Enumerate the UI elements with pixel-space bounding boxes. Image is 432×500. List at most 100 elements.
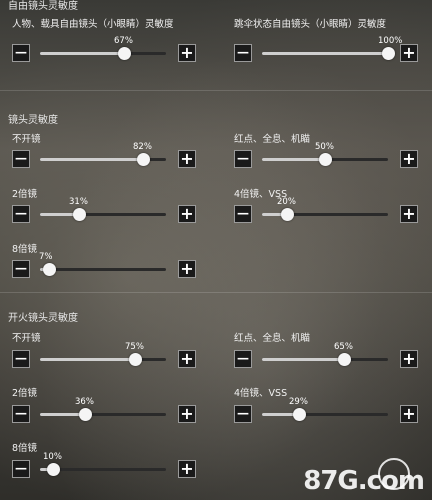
slider-track-free-para[interactable]: [262, 52, 388, 55]
minus-icon: —: [237, 351, 249, 365]
label-scope-2x: 2倍镜: [12, 189, 38, 200]
section-title-free-look: 自由镜头灵敏度: [8, 1, 78, 12]
label-scope-none: 不开镜: [12, 134, 41, 145]
decrease-button-free-char[interactable]: —: [12, 44, 30, 62]
slider-value-scope-4x: 20%: [277, 197, 296, 207]
label-scope-red: 红点、全息、机瞄: [234, 134, 311, 145]
section-title-fire: 开火镜头灵敏度: [8, 313, 78, 324]
slider-value-scope-2x: 31%: [69, 197, 88, 207]
slider-handle-scope-4x[interactable]: [281, 208, 294, 221]
slider-value-fire-red: 65%: [334, 342, 353, 352]
plus-icon: +: [180, 204, 194, 223]
increase-button-fire-4x[interactable]: +: [400, 405, 418, 423]
slider-value-scope-none: 82%: [133, 142, 152, 152]
minus-icon: —: [15, 206, 27, 220]
minus-icon: —: [237, 206, 249, 220]
slider-value-fire-4x: 29%: [289, 397, 308, 407]
label-fire-2x: 2倍镜: [12, 388, 38, 399]
decrease-button-scope-4x[interactable]: —: [234, 205, 252, 223]
label-fire-red: 红点、全息、机瞄: [234, 333, 311, 344]
section-title-scope: 镜头灵敏度: [8, 115, 58, 126]
slider-handle-fire-red[interactable]: [338, 353, 351, 366]
increase-button-fire-red[interactable]: +: [400, 350, 418, 368]
decrease-button-fire-8x[interactable]: —: [12, 460, 30, 478]
decrease-button-fire-2x[interactable]: —: [12, 405, 30, 423]
minus-icon: —: [237, 45, 249, 59]
slider-track-free-char[interactable]: [40, 52, 166, 55]
slider-fill: [262, 52, 388, 55]
increase-button-fire-2x[interactable]: +: [178, 405, 196, 423]
slider-value-free-char: 67%: [114, 36, 133, 46]
section-divider: [0, 292, 432, 293]
increase-button-scope-8x[interactable]: +: [178, 260, 196, 278]
slider-fill: [40, 52, 124, 55]
slider-value-scope-red: 50%: [315, 142, 334, 152]
slider-value-fire-2x: 36%: [75, 397, 94, 407]
plus-icon: +: [180, 349, 194, 368]
plus-icon: +: [402, 404, 416, 423]
label-free-char: 人物、载具自由镜头（小眼睛）灵敏度: [12, 19, 174, 30]
slider-fill: [262, 358, 344, 361]
minus-icon: —: [15, 351, 27, 365]
slider-track-fire-4x[interactable]: [262, 413, 388, 416]
label-fire-4x: 4倍镜、VSS: [234, 388, 288, 399]
slider-track-scope-8x[interactable]: [40, 268, 166, 271]
increase-button-scope-none[interactable]: +: [178, 150, 196, 168]
plus-icon: +: [180, 459, 194, 478]
slider-track-scope-2x[interactable]: [40, 213, 166, 216]
plus-icon: +: [402, 204, 416, 223]
slider-fill: [262, 158, 325, 161]
increase-button-fire-8x[interactable]: +: [178, 460, 196, 478]
slider-fill: [40, 158, 143, 161]
slider-handle-scope-2x[interactable]: [73, 208, 86, 221]
slider-handle-fire-2x[interactable]: [79, 408, 92, 421]
slider-handle-scope-8x[interactable]: [43, 263, 56, 276]
slider-handle-fire-none[interactable]: [129, 353, 142, 366]
plus-icon: +: [402, 43, 416, 62]
slider-handle-fire-8x[interactable]: [47, 463, 60, 476]
watermark-logo: 87G.com: [303, 466, 425, 496]
slider-handle-fire-4x[interactable]: [293, 408, 306, 421]
label-fire-8x: 8倍镜: [12, 443, 38, 454]
increase-button-scope-4x[interactable]: +: [400, 205, 418, 223]
slider-fill: [40, 358, 135, 361]
decrease-button-scope-none[interactable]: —: [12, 150, 30, 168]
slider-handle-free-char[interactable]: [118, 47, 131, 60]
slider-value-free-para: 100%: [378, 36, 403, 46]
plus-icon: +: [402, 349, 416, 368]
label-fire-none: 不开镜: [12, 333, 41, 344]
decrease-button-fire-red[interactable]: —: [234, 350, 252, 368]
minus-icon: —: [15, 45, 27, 59]
decrease-button-scope-2x[interactable]: —: [12, 205, 30, 223]
label-scope-8x: 8倍镜: [12, 244, 38, 255]
decrease-button-scope-8x[interactable]: —: [12, 260, 30, 278]
minus-icon: —: [237, 151, 249, 165]
background-scene: [0, 0, 432, 500]
decrease-button-fire-4x[interactable]: —: [234, 405, 252, 423]
slider-track-fire-2x[interactable]: [40, 413, 166, 416]
minus-icon: —: [15, 406, 27, 420]
plus-icon: +: [180, 404, 194, 423]
label-free-para: 跳伞状态自由镜头（小眼睛）灵敏度: [234, 19, 387, 30]
slider-handle-scope-red[interactable]: [319, 153, 332, 166]
plus-icon: +: [180, 43, 194, 62]
increase-button-free-para[interactable]: +: [400, 44, 418, 62]
increase-button-scope-2x[interactable]: +: [178, 205, 196, 223]
slider-handle-scope-none[interactable]: [137, 153, 150, 166]
section-divider: [0, 90, 432, 91]
slider-track-fire-red[interactable]: [262, 358, 388, 361]
slider-handle-free-para[interactable]: [382, 47, 395, 60]
decrease-button-scope-red[interactable]: —: [234, 150, 252, 168]
minus-icon: —: [15, 461, 27, 475]
slider-value-scope-8x: 7%: [39, 252, 53, 262]
plus-icon: +: [180, 259, 194, 278]
slider-track-fire-none[interactable]: [40, 358, 166, 361]
minus-icon: —: [237, 406, 249, 420]
increase-button-scope-red[interactable]: +: [400, 150, 418, 168]
slider-value-fire-none: 75%: [125, 342, 144, 352]
decrease-button-free-para[interactable]: —: [234, 44, 252, 62]
minus-icon: —: [15, 261, 27, 275]
decrease-button-fire-none[interactable]: —: [12, 350, 30, 368]
increase-button-fire-none[interactable]: +: [178, 350, 196, 368]
increase-button-free-char[interactable]: +: [178, 44, 196, 62]
